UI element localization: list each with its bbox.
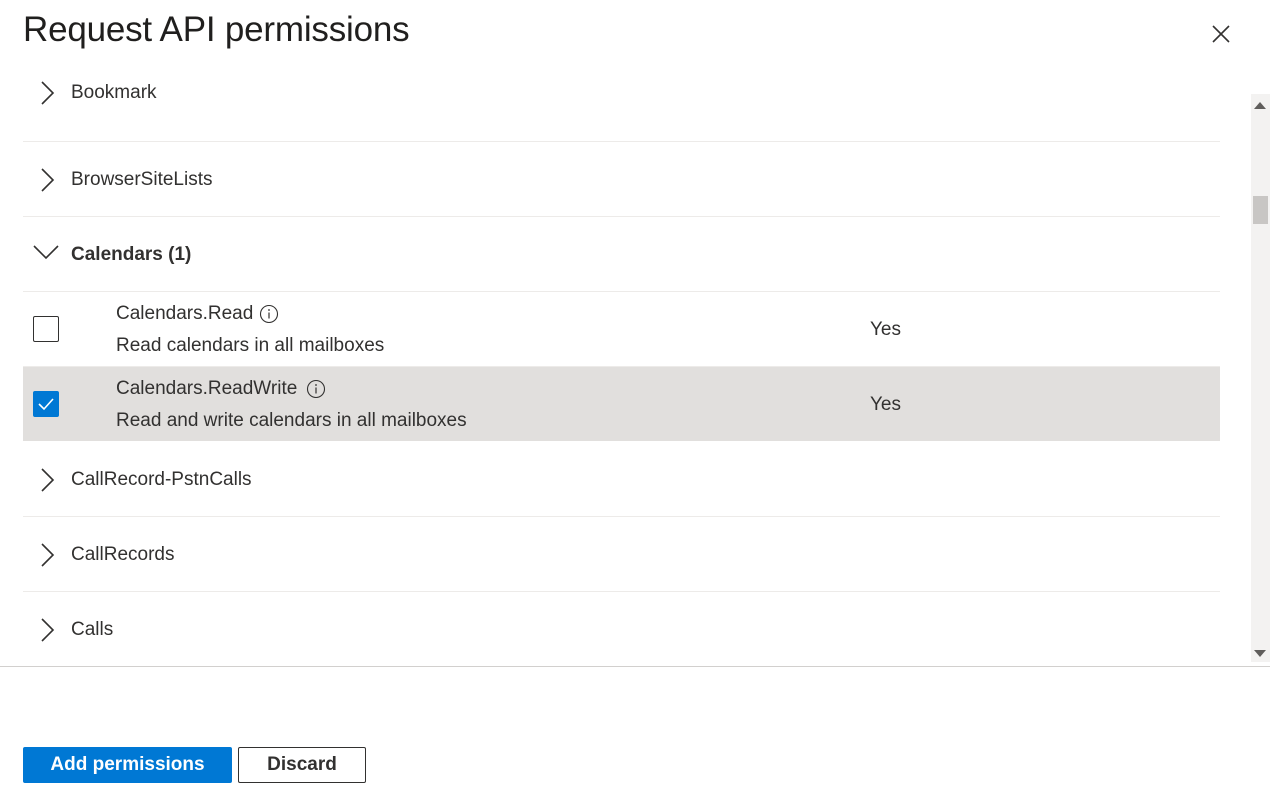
group-row-callrecords[interactable]: CallRecords [23, 517, 1220, 592]
permission-description: Read calendars in all mailboxes [116, 335, 385, 356]
group-label: Calls [71, 619, 114, 640]
group-label: CallRecord-PstnCalls [71, 469, 252, 490]
scroll-up-arrow-icon[interactable] [1254, 102, 1266, 109]
permission-row-selected: Calendars.ReadWrite Read and write calen… [23, 367, 1220, 441]
permission-description: Read and write calendars in all mailboxe… [116, 410, 467, 431]
admin-consent-value: Yes [870, 394, 901, 415]
permission-name: Calendars.Read [116, 303, 254, 324]
vertical-scrollbar[interactable] [1251, 94, 1270, 662]
info-icon[interactable] [259, 304, 279, 324]
group-label: Bookmark [71, 82, 157, 103]
close-icon [1212, 25, 1230, 43]
info-icon[interactable] [306, 379, 326, 399]
group-label: BrowserSiteLists [71, 169, 213, 190]
chevron-down-icon [33, 245, 59, 260]
chevron-right-icon [41, 168, 55, 192]
checkmark-icon [38, 398, 54, 411]
group-label: CallRecords [71, 544, 175, 565]
scrollbar-thumb[interactable] [1253, 196, 1268, 224]
permission-checkbox[interactable] [33, 316, 59, 342]
close-button[interactable] [1206, 19, 1236, 49]
scroll-down-arrow-icon[interactable] [1254, 650, 1266, 657]
chevron-right-icon [41, 468, 55, 492]
group-row-calendars[interactable]: Calendars (1) [23, 217, 1220, 292]
permissions-list-region: Bookmark BrowserSiteLists Calendars (1) … [0, 67, 1270, 667]
panel-title: Request API permissions [23, 10, 410, 49]
group-row-browsersitelists[interactable]: BrowserSiteLists [23, 142, 1220, 217]
permission-row: Calendars.Read Read calendars in all mai… [23, 292, 1220, 367]
chevron-right-icon [41, 618, 55, 642]
group-row-bookmark[interactable]: Bookmark [23, 67, 1220, 142]
add-permissions-button[interactable]: Add permissions [23, 747, 232, 783]
group-row-calls[interactable]: Calls [23, 592, 1220, 666]
group-label: Calendars (1) [71, 244, 192, 265]
discard-button[interactable]: Discard [238, 747, 366, 783]
chevron-right-icon [41, 543, 55, 567]
permission-checkbox-checked[interactable] [33, 391, 59, 417]
admin-consent-value: Yes [870, 319, 901, 340]
group-row-callrecord-pstncalls[interactable]: CallRecord-PstnCalls [23, 442, 1220, 517]
permission-name: Calendars.ReadWrite [116, 378, 298, 399]
chevron-right-icon [41, 81, 55, 105]
